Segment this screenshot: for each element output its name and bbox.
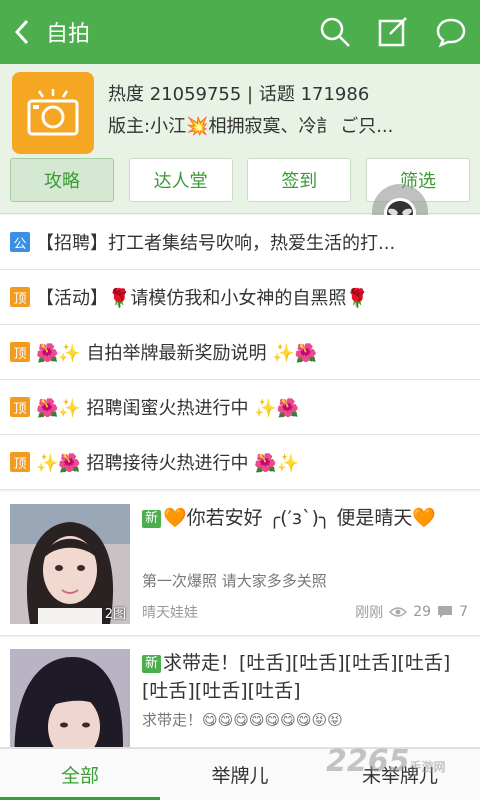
pinned-item[interactable]: 顶 ✨🌺 招聘接待火热进行中 🌺✨ xyxy=(0,435,480,490)
post-title: 新求带走！[吐舌][吐舌][吐舌][吐舌][吐舌][吐舌][吐舌] xyxy=(142,649,468,705)
tab-all[interactable]: 全部 xyxy=(0,749,160,800)
top-bar: 自拍 xyxy=(0,0,480,64)
pinned-title: ✨🌺 招聘接待火热进行中 🌺✨ xyxy=(36,453,300,474)
post-thumbnail[interactable] xyxy=(10,649,130,747)
top-tag: 顶 xyxy=(10,287,30,307)
post-title: 新 🧡你若安好 ╭(′з`)╮ 便是晴天🧡 xyxy=(142,504,468,532)
tab-check-in[interactable]: 签到 xyxy=(247,158,352,202)
forum-stats: 热度 21059755 | 话题 171986 xyxy=(108,84,370,105)
page-title: 自拍 xyxy=(46,22,91,47)
eye-icon xyxy=(389,607,408,617)
top-tag: 顶 xyxy=(10,397,30,417)
pinned-list: 公 【招聘】打工者集结号吹响，热爱生活的打... 顶 【活动】🌹请模仿我和小女神… xyxy=(0,215,480,490)
forum-avatar xyxy=(12,72,94,154)
pinned-title: 【活动】🌹请模仿我和小女神的自黑照🌹 xyxy=(36,288,369,309)
post-author[interactable]: 晴天娃娃 xyxy=(142,602,198,622)
watermark-sub: 手游网 xyxy=(409,760,446,774)
top-tag: 顶 xyxy=(10,452,30,472)
pinned-item[interactable]: 顶 🌺✨ 招聘闺蜜火热进行中 ✨🌺 xyxy=(0,380,480,435)
post-meta: 刚刚 29 7 xyxy=(355,602,468,622)
chat-bubble-icon xyxy=(436,18,466,48)
comment-count: 7 xyxy=(459,604,468,620)
pinned-title: 🌺✨ 招聘闺蜜火热进行中 ✨🌺 xyxy=(36,398,300,419)
tab-with-sign[interactable]: 举牌儿 xyxy=(160,749,320,800)
selfie-photo xyxy=(10,649,130,747)
post-item[interactable]: 新求带走！[吐舌][吐舌][吐舌][吐舌][吐舌][吐舌][吐舌] 求带走！😋😋… xyxy=(0,637,480,748)
post-time: 刚刚 xyxy=(355,605,384,621)
post-summary: 求带走！😋😋😋😋😋😋😋😝😝 xyxy=(142,711,343,729)
chevron-left-icon xyxy=(14,19,29,45)
top-tag: 顶 xyxy=(10,342,30,362)
post-thumbnail[interactable]: 2图 xyxy=(10,504,130,624)
camera-icon xyxy=(27,89,79,136)
view-count: 29 xyxy=(413,604,432,620)
comment-icon xyxy=(438,606,453,618)
pinned-title: 🌺✨ 自拍举牌最新奖励说明 ✨🌺 xyxy=(36,343,318,364)
post-title-text: 求带走！[吐舌][吐舌][吐舌][吐舌][吐舌][吐舌][吐舌] xyxy=(142,652,451,702)
site-watermark: 2265手游网 xyxy=(326,744,446,779)
image-count: 2图 xyxy=(104,607,126,622)
search-icon xyxy=(320,17,350,47)
announcement-tag: 公 xyxy=(10,232,30,252)
tab-hall-of-fame[interactable]: 达人堂 xyxy=(128,158,233,202)
search-button[interactable] xyxy=(306,0,364,64)
tab-guide[interactable]: 攻略 xyxy=(10,158,114,202)
compose-button[interactable] xyxy=(364,0,422,64)
pinned-title: 【招聘】打工者集结号吹响，热爱生活的打... xyxy=(36,233,396,254)
pinned-item[interactable]: 公 【招聘】打工者集结号吹响，热爱生活的打... xyxy=(0,215,480,270)
post-item[interactable]: 2图 新 🧡你若安好 ╭(′з`)╮ 便是晴天🧡 第一次爆照 请大家多多关照 晴天… xyxy=(0,492,480,636)
watermark-brand: 2265 xyxy=(326,744,410,779)
back-button[interactable] xyxy=(0,0,44,64)
post-title-text: 🧡你若安好 ╭(′з`)╮ 便是晴天🧡 xyxy=(163,507,437,529)
forum-moderators: 版主:小江💥相拥寂寞、冷訁 ご只... xyxy=(108,116,394,137)
new-badge: 新 xyxy=(142,655,162,673)
message-button[interactable] xyxy=(422,0,480,64)
compose-icon xyxy=(378,17,407,47)
post-summary: 第一次爆照 请大家多多关照 xyxy=(142,572,327,590)
pinned-item[interactable]: 顶 🌺✨ 自拍举牌最新奖励说明 ✨🌺 xyxy=(0,325,480,380)
pinned-item[interactable]: 顶 【活动】🌹请模仿我和小女神的自黑照🌹 xyxy=(0,270,480,325)
new-badge: 新 xyxy=(142,510,162,528)
